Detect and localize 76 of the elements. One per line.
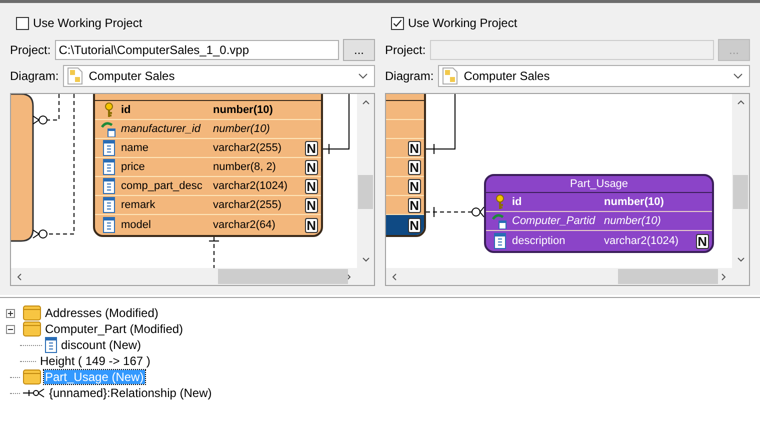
- column-type: varchar2(1024): [213, 180, 288, 192]
- nullable-mark: N: [408, 178, 421, 194]
- column-type: varchar2(1024): [604, 235, 679, 247]
- expander-toggle[interactable]: [6, 308, 15, 318]
- foreign-key-icon: [101, 121, 117, 137]
- column-name: Computer_Partid: [512, 215, 596, 227]
- checkbox-label[interactable]: Use Working Project: [33, 16, 142, 30]
- diagram-label: Diagram:: [385, 69, 434, 83]
- column-icon: [101, 197, 117, 213]
- column-icon: [492, 233, 508, 249]
- checkbox[interactable]: [16, 16, 29, 30]
- diagram-icon: [66, 67, 83, 85]
- tree-item[interactable]: {unnamed}:Relationship (New): [48, 386, 213, 400]
- column-name: comp_part_desc: [121, 180, 202, 192]
- tree-item[interactable]: Addresses (Modified): [44, 306, 160, 320]
- nullable-mark: N: [408, 198, 421, 212]
- diagram-label: Diagram:: [10, 69, 59, 83]
- column-icon: [101, 159, 117, 175]
- column-name: id: [512, 196, 522, 208]
- relationship-line: [208, 236, 220, 268]
- nullable-mark: N: [408, 218, 421, 232]
- column-name: remark: [121, 199, 156, 211]
- relationship-line: [320, 94, 350, 154]
- nullable-mark: N: [696, 234, 709, 248]
- diagram-icon: [442, 67, 458, 85]
- nullable-mark: N: [304, 140, 318, 156]
- column-type: varchar2(255): [213, 199, 282, 211]
- nullable-mark: N: [304, 160, 318, 174]
- nullable-mark: N: [408, 160, 421, 174]
- scrollbar-thumb[interactable]: [358, 175, 373, 209]
- column-type: number(10): [604, 215, 661, 227]
- column-name: manufacturer_id: [121, 123, 200, 135]
- column-name: description: [512, 235, 566, 247]
- foreign-key-icon: [492, 213, 508, 229]
- column-icon: [101, 217, 117, 233]
- column-icon: [101, 178, 117, 194]
- caret-icon: [358, 73, 368, 79]
- relationship-icon: [23, 388, 45, 398]
- tree-item[interactable]: Computer_Part (Modified): [44, 322, 184, 336]
- project-field[interactable]: C:\Tutorial\ComputerSales_1_0.vpp: [54, 40, 339, 60]
- column-type: number(8, 2): [213, 161, 276, 173]
- column-name: price: [121, 161, 145, 173]
- scrollbar-thumb[interactable]: [218, 269, 348, 284]
- relationship-line: [426, 94, 456, 154]
- project-label: Project:: [385, 43, 426, 57]
- expander-toggle[interactable]: [6, 324, 15, 334]
- scrollbar-thumb[interactable]: [733, 175, 748, 209]
- table-icon: [23, 305, 41, 321]
- nullable-mark: N: [408, 140, 421, 156]
- nullable-mark: N: [304, 178, 318, 194]
- column-type: varchar2(64): [213, 219, 276, 231]
- project-label: Project:: [10, 43, 51, 57]
- column-type: number(10): [213, 104, 273, 116]
- checkbox-label[interactable]: Use Working Project: [408, 16, 518, 30]
- nullable-mark: N: [304, 218, 318, 232]
- column-name: model: [121, 219, 151, 231]
- column-type: varchar2(255): [213, 142, 282, 154]
- column-name: name: [121, 142, 149, 154]
- relationship-line: [426, 206, 484, 218]
- column-icon: [101, 140, 117, 156]
- column-name: id: [121, 104, 131, 116]
- table-icon: [23, 369, 41, 385]
- checkbox[interactable]: [391, 16, 404, 30]
- table-icon: [23, 321, 41, 337]
- caret-icon: [733, 73, 743, 79]
- column-type: number(10): [604, 196, 664, 208]
- tree-item[interactable]: discount (New): [60, 338, 142, 352]
- tree-item[interactable]: Height ( 149 -> 167 ): [39, 354, 152, 368]
- entity-name: Part_Usage: [570, 178, 628, 190]
- diagram-dropdown[interactable]: Computer Sales: [438, 65, 750, 87]
- nullable-mark: N: [304, 198, 318, 212]
- column-icon: [45, 337, 57, 353]
- browse-button[interactable]: ...: [343, 39, 375, 61]
- diagram-dropdown[interactable]: Computer Sales: [62, 65, 375, 87]
- column-type: number(10): [213, 123, 270, 135]
- scrollbar-thumb[interactable]: [618, 269, 718, 284]
